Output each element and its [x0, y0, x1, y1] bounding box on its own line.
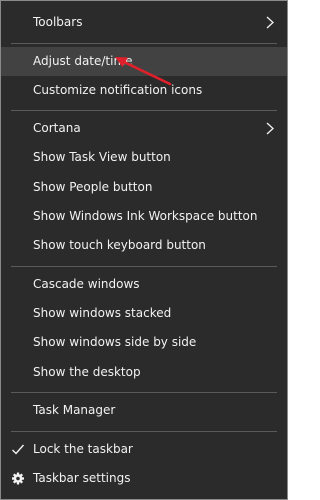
taskbar-context-menu: Toolbars Adjust date/time Customize noti…	[0, 0, 288, 500]
menu-separator	[11, 431, 277, 432]
menu-item-label: Show the desktop	[33, 365, 141, 379]
menu-item-label: Toolbars	[33, 15, 83, 29]
menu-separator	[11, 392, 277, 393]
menu-item-label: Cascade windows	[33, 277, 140, 291]
menu-item-cortana[interactable]: Cortana	[1, 114, 287, 143]
menu-item-label: Customize notification icons	[33, 83, 203, 97]
menu-item-show-desktop[interactable]: Show the desktop	[1, 358, 287, 387]
menu-item-show-touch-keyboard[interactable]: Show touch keyboard button	[1, 231, 287, 260]
menu-item-label: Show windows side by side	[33, 335, 197, 349]
menu-item-label: Cortana	[33, 121, 81, 135]
menu-item-show-task-view[interactable]: Show Task View button	[1, 143, 287, 172]
menu-item-label: Adjust date/time	[33, 54, 133, 68]
menu-item-show-ink-workspace[interactable]: Show Windows Ink Workspace button	[1, 202, 287, 231]
menu-separator	[11, 266, 277, 267]
checkmark-icon	[12, 444, 25, 455]
menu-item-label: Show windows stacked	[33, 306, 172, 320]
menu-item-label: Show People button	[33, 180, 153, 194]
menu-item-adjust-datetime[interactable]: Adjust date/time	[1, 47, 287, 76]
menu-item-label: Lock the taskbar	[33, 442, 133, 456]
menu-item-taskbar-settings[interactable]: Taskbar settings	[1, 464, 287, 493]
menu-item-task-manager[interactable]: Task Manager	[1, 396, 287, 425]
menu-item-label: Show Windows Ink Workspace button	[33, 209, 258, 223]
chevron-right-icon	[266, 16, 274, 29]
menu-item-label: Task Manager	[33, 403, 116, 417]
menu-item-toolbars[interactable]: Toolbars	[1, 8, 287, 37]
menu-separator	[11, 110, 277, 111]
chevron-right-icon	[266, 122, 274, 135]
menu-item-label: Show Task View button	[33, 150, 171, 164]
menu-item-cascade-windows[interactable]: Cascade windows	[1, 270, 287, 299]
menu-separator	[11, 43, 277, 44]
menu-item-show-windows-side-by-side[interactable]: Show windows side by side	[1, 328, 287, 357]
gear-icon	[12, 472, 24, 485]
menu-item-label: Taskbar settings	[33, 471, 131, 485]
menu-item-show-windows-stacked[interactable]: Show windows stacked	[1, 299, 287, 328]
menu-item-label: Show touch keyboard button	[33, 238, 206, 252]
menu-item-lock-taskbar[interactable]: Lock the taskbar	[1, 435, 287, 464]
menu-item-customize-notification-icons[interactable]: Customize notification icons	[1, 76, 287, 105]
menu-item-show-people[interactable]: Show People button	[1, 173, 287, 202]
